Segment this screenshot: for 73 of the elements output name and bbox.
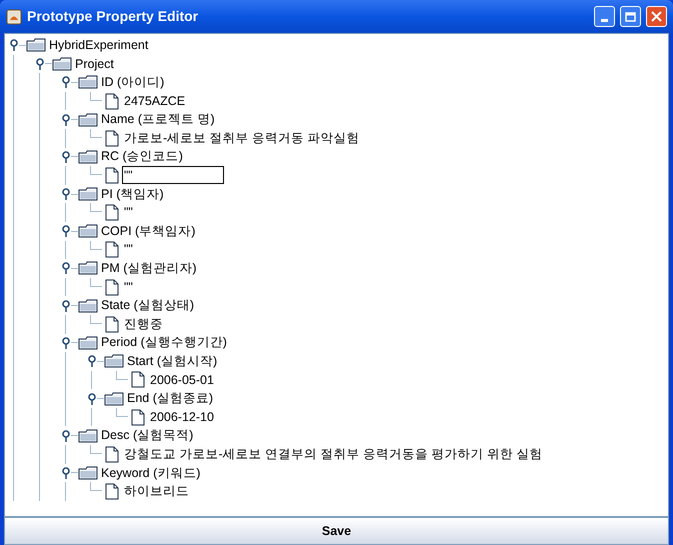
document-icon xyxy=(105,241,119,258)
folder-icon xyxy=(78,261,98,276)
folder-icon xyxy=(78,298,98,313)
expanded-handle-icon[interactable] xyxy=(61,225,71,238)
node-value: "" xyxy=(124,204,133,222)
node-label[interactable]: Start (실험시작) xyxy=(127,352,218,371)
document-icon xyxy=(105,204,119,222)
document-icon xyxy=(105,166,119,184)
node-value: 하이브리드 xyxy=(124,483,189,500)
window-title: Prototype Property Editor xyxy=(27,7,198,26)
folder-icon xyxy=(78,224,98,238)
document-icon xyxy=(131,408,145,426)
expanded-handle-icon[interactable] xyxy=(35,58,45,70)
document-icon xyxy=(105,278,119,296)
node-value: 2475AZCE xyxy=(124,92,186,110)
expanded-handle-icon[interactable] xyxy=(61,430,71,442)
node-label[interactable]: COPI (부책임자) xyxy=(101,222,196,241)
document-icon xyxy=(105,446,119,463)
folder-icon xyxy=(104,354,124,368)
node-value: 가로보-세로보 절취부 응력거동 파악실험 xyxy=(124,130,360,147)
maximize-icon xyxy=(625,12,636,22)
document-icon xyxy=(105,483,119,500)
document-icon xyxy=(105,316,119,333)
node-label[interactable]: Project xyxy=(75,54,114,74)
maximize-button[interactable] xyxy=(620,6,641,27)
node-label[interactable]: End (실험종료) xyxy=(127,389,214,408)
expanded-handle-icon[interactable] xyxy=(9,39,19,52)
node-label[interactable]: RC (승인코드) xyxy=(101,147,183,166)
node-label[interactable]: Period (실행수행기간) xyxy=(101,333,227,352)
expanded-handle-icon[interactable] xyxy=(61,262,71,274)
node-value: "" xyxy=(124,278,133,296)
minimize-icon xyxy=(601,19,608,22)
node-label[interactable]: ID (아이디) xyxy=(101,73,164,92)
folder-icon xyxy=(78,336,98,350)
expanded-handle-icon[interactable] xyxy=(87,355,97,368)
expanded-handle-icon[interactable] xyxy=(61,466,71,479)
close-button[interactable] xyxy=(646,6,667,27)
expanded-handle-icon[interactable] xyxy=(61,336,71,349)
node-label[interactable]: Keyword (키워드) xyxy=(101,464,200,482)
node-label[interactable]: Name (프로젝트 명) xyxy=(101,110,215,130)
expanded-handle-icon[interactable] xyxy=(61,150,71,163)
folder-icon xyxy=(78,150,98,164)
minimize-button[interactable] xyxy=(594,6,615,27)
expanded-handle-icon[interactable] xyxy=(61,188,71,200)
folder-icon xyxy=(26,38,46,52)
edit-field[interactable]: "" xyxy=(122,166,224,184)
folder-icon xyxy=(78,466,98,480)
expanded-handle-icon[interactable] xyxy=(61,114,71,126)
close-icon xyxy=(651,11,662,22)
expanded-handle-icon[interactable] xyxy=(61,76,71,88)
node-label[interactable]: PI (책임자) xyxy=(101,184,164,204)
node-label[interactable]: Desc (실험목적) xyxy=(101,426,194,446)
folder-icon xyxy=(52,56,72,71)
node-label[interactable]: PM (실험관리자) xyxy=(101,259,197,278)
app-icon xyxy=(6,8,22,24)
node-label[interactable]: State (실험상태) xyxy=(101,296,194,315)
folder-icon xyxy=(78,112,98,127)
document-icon xyxy=(105,92,119,110)
save-button[interactable]: Save xyxy=(4,517,669,545)
folder-icon xyxy=(78,187,98,202)
folder-icon xyxy=(78,428,98,443)
node-value: "" xyxy=(124,241,133,258)
folder-icon xyxy=(78,75,98,90)
node-label[interactable]: HybridExperiment xyxy=(49,36,148,55)
document-icon xyxy=(131,371,145,388)
document-icon xyxy=(105,130,119,147)
expanded-handle-icon[interactable] xyxy=(61,300,71,312)
node-value: 강철도교 가로보-세로보 연결부의 절취부 응력거동을 평가하기 위한 실험 xyxy=(124,446,542,463)
folder-icon xyxy=(104,392,124,406)
node-value: 2006-05-01 xyxy=(150,372,214,389)
node-value: 진행중 xyxy=(124,316,163,333)
node-value: 2006-12-10 xyxy=(150,408,214,426)
expanded-handle-icon[interactable] xyxy=(87,392,97,405)
